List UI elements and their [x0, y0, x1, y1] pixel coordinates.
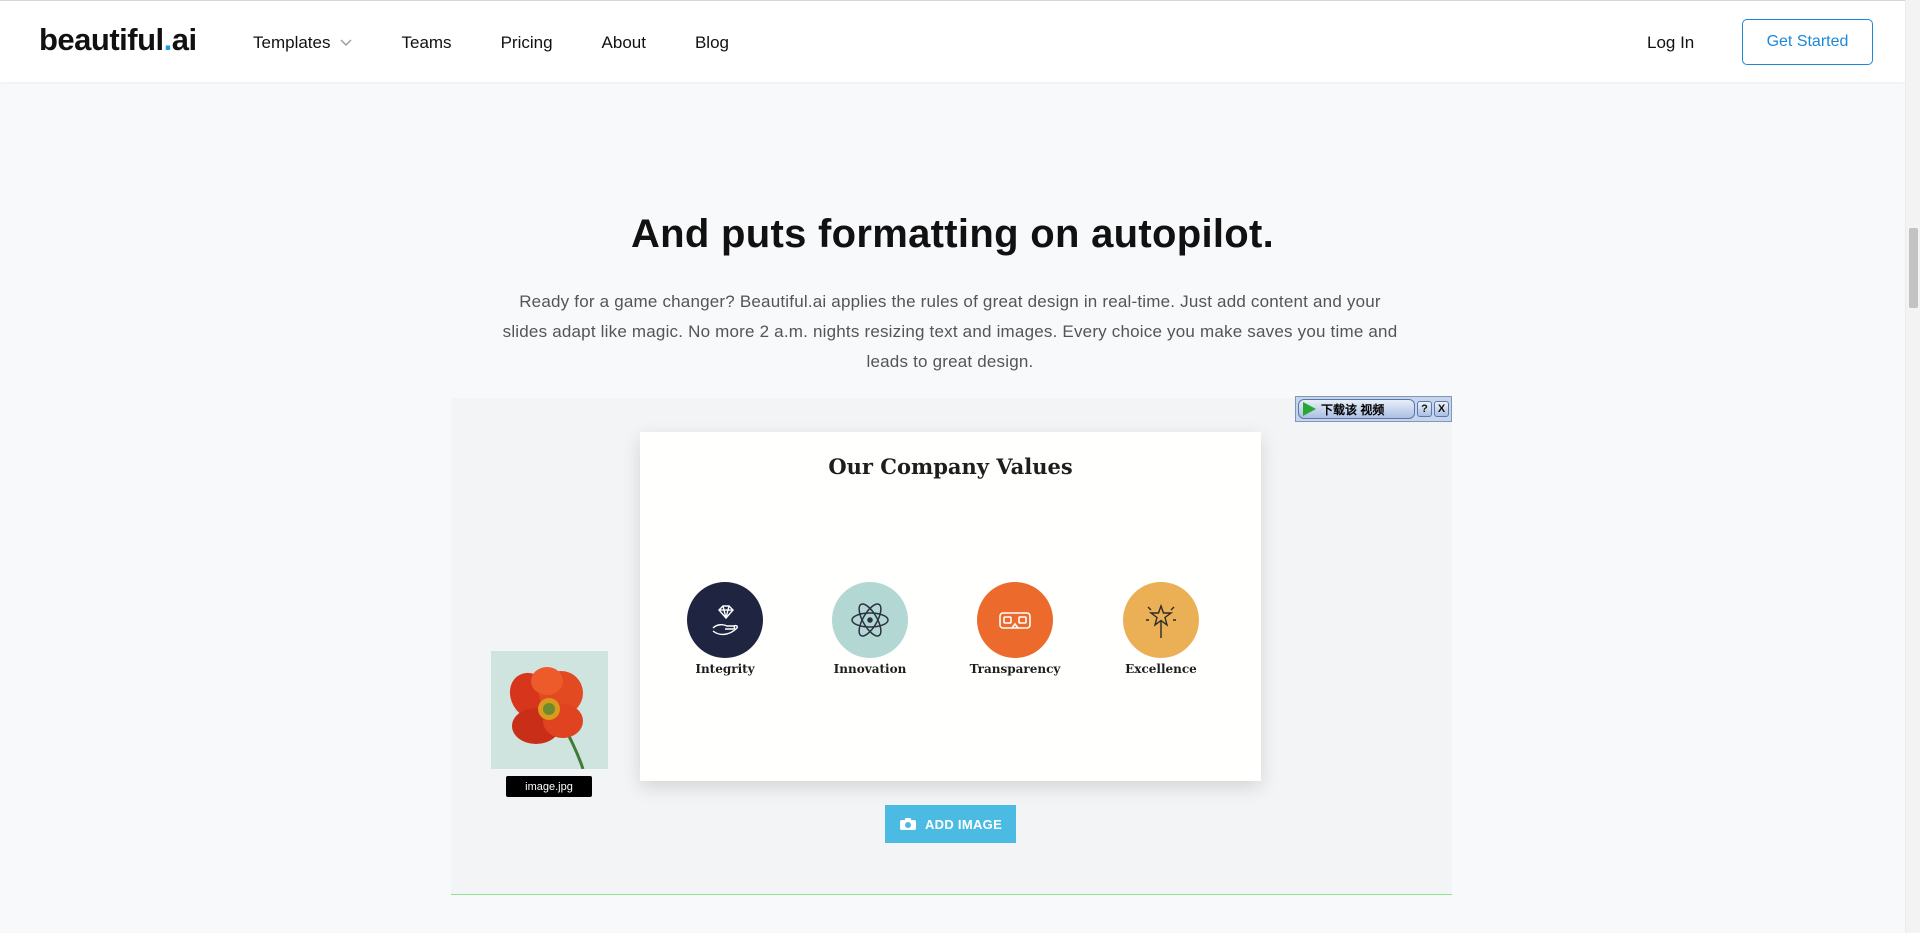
value-item-excellence: Excellence: [1101, 582, 1221, 676]
brand-logo[interactable]: beautiful.ai: [39, 22, 197, 58]
logo-dot: .: [163, 22, 173, 57]
poppy-flower-image: [491, 651, 608, 769]
image-filename-label: image.jpg: [506, 776, 592, 797]
get-started-button[interactable]: Get Started: [1742, 19, 1873, 65]
value-item-integrity: Integrity: [665, 582, 785, 676]
logo-text: beautiful: [39, 22, 164, 57]
scrollbar-thumb[interactable]: [1909, 228, 1918, 308]
value-label: Excellence: [1125, 662, 1197, 676]
nav-item-templates[interactable]: Templates: [253, 33, 352, 53]
value-circle: [1123, 582, 1199, 658]
nav-item-about[interactable]: About: [602, 33, 646, 53]
slide-title: Our Company Values: [828, 454, 1073, 479]
help-button[interactable]: ?: [1417, 401, 1432, 417]
section-description: Ready for a game changer? Beautiful.ai a…: [502, 292, 1398, 371]
dragged-image-thumbnail[interactable]: [491, 651, 608, 769]
nav-item-label: Blog: [694, 33, 729, 52]
section-divider: [451, 894, 1452, 895]
star-wand-icon: [1146, 603, 1176, 638]
value-item-innovation: Innovation: [810, 582, 930, 676]
login-link[interactable]: Log In: [1647, 33, 1694, 53]
download-video-label: 下载该 视频: [1321, 402, 1385, 417]
add-image-button[interactable]: ADD IMAGE: [885, 805, 1016, 843]
nav-item-teams[interactable]: Teams: [401, 33, 451, 53]
section-heading: And puts formatting on autopilot.: [630, 212, 1275, 256]
top-navbar: beautiful.ai Templates Teams Pricing Abo…: [0, 1, 1905, 82]
nav-item-label: Templates: [253, 33, 331, 52]
value-circle: [687, 582, 763, 658]
video-download-widget: 下载该 视频 ? X: [1295, 396, 1452, 422]
vr-goggles-icon: [999, 612, 1031, 629]
logo-suffix: ai: [171, 22, 197, 57]
diamond-hand-icon: [712, 605, 738, 636]
camera-icon: [899, 817, 917, 831]
value-circle: [977, 582, 1053, 658]
nav-item-label: Pricing: [500, 33, 553, 52]
nav-item-label: Teams: [401, 33, 452, 52]
nav-item-pricing[interactable]: Pricing: [501, 33, 553, 53]
value-label: Transparency: [969, 662, 1061, 676]
atom-icon: [851, 603, 889, 637]
value-label: Innovation: [833, 662, 907, 676]
add-image-label: ADD IMAGE: [924, 816, 1003, 832]
nav-item-label: About: [601, 33, 646, 52]
close-button[interactable]: X: [1434, 401, 1449, 417]
chevron-down-icon: [340, 39, 352, 46]
page-scrollbar[interactable]: [1905, 0, 1920, 933]
slide-preview: Our Company Values Integrity Innovation: [640, 432, 1261, 781]
value-circle: [832, 582, 908, 658]
value-label: Integrity: [695, 662, 755, 676]
play-icon: [1303, 402, 1316, 416]
download-video-button[interactable]: 下载该 视频: [1298, 399, 1415, 419]
main-nav: Templates Teams Pricing About Blog: [253, 33, 778, 53]
nav-item-blog[interactable]: Blog: [695, 33, 729, 53]
value-item-transparency: Transparency: [955, 582, 1075, 676]
